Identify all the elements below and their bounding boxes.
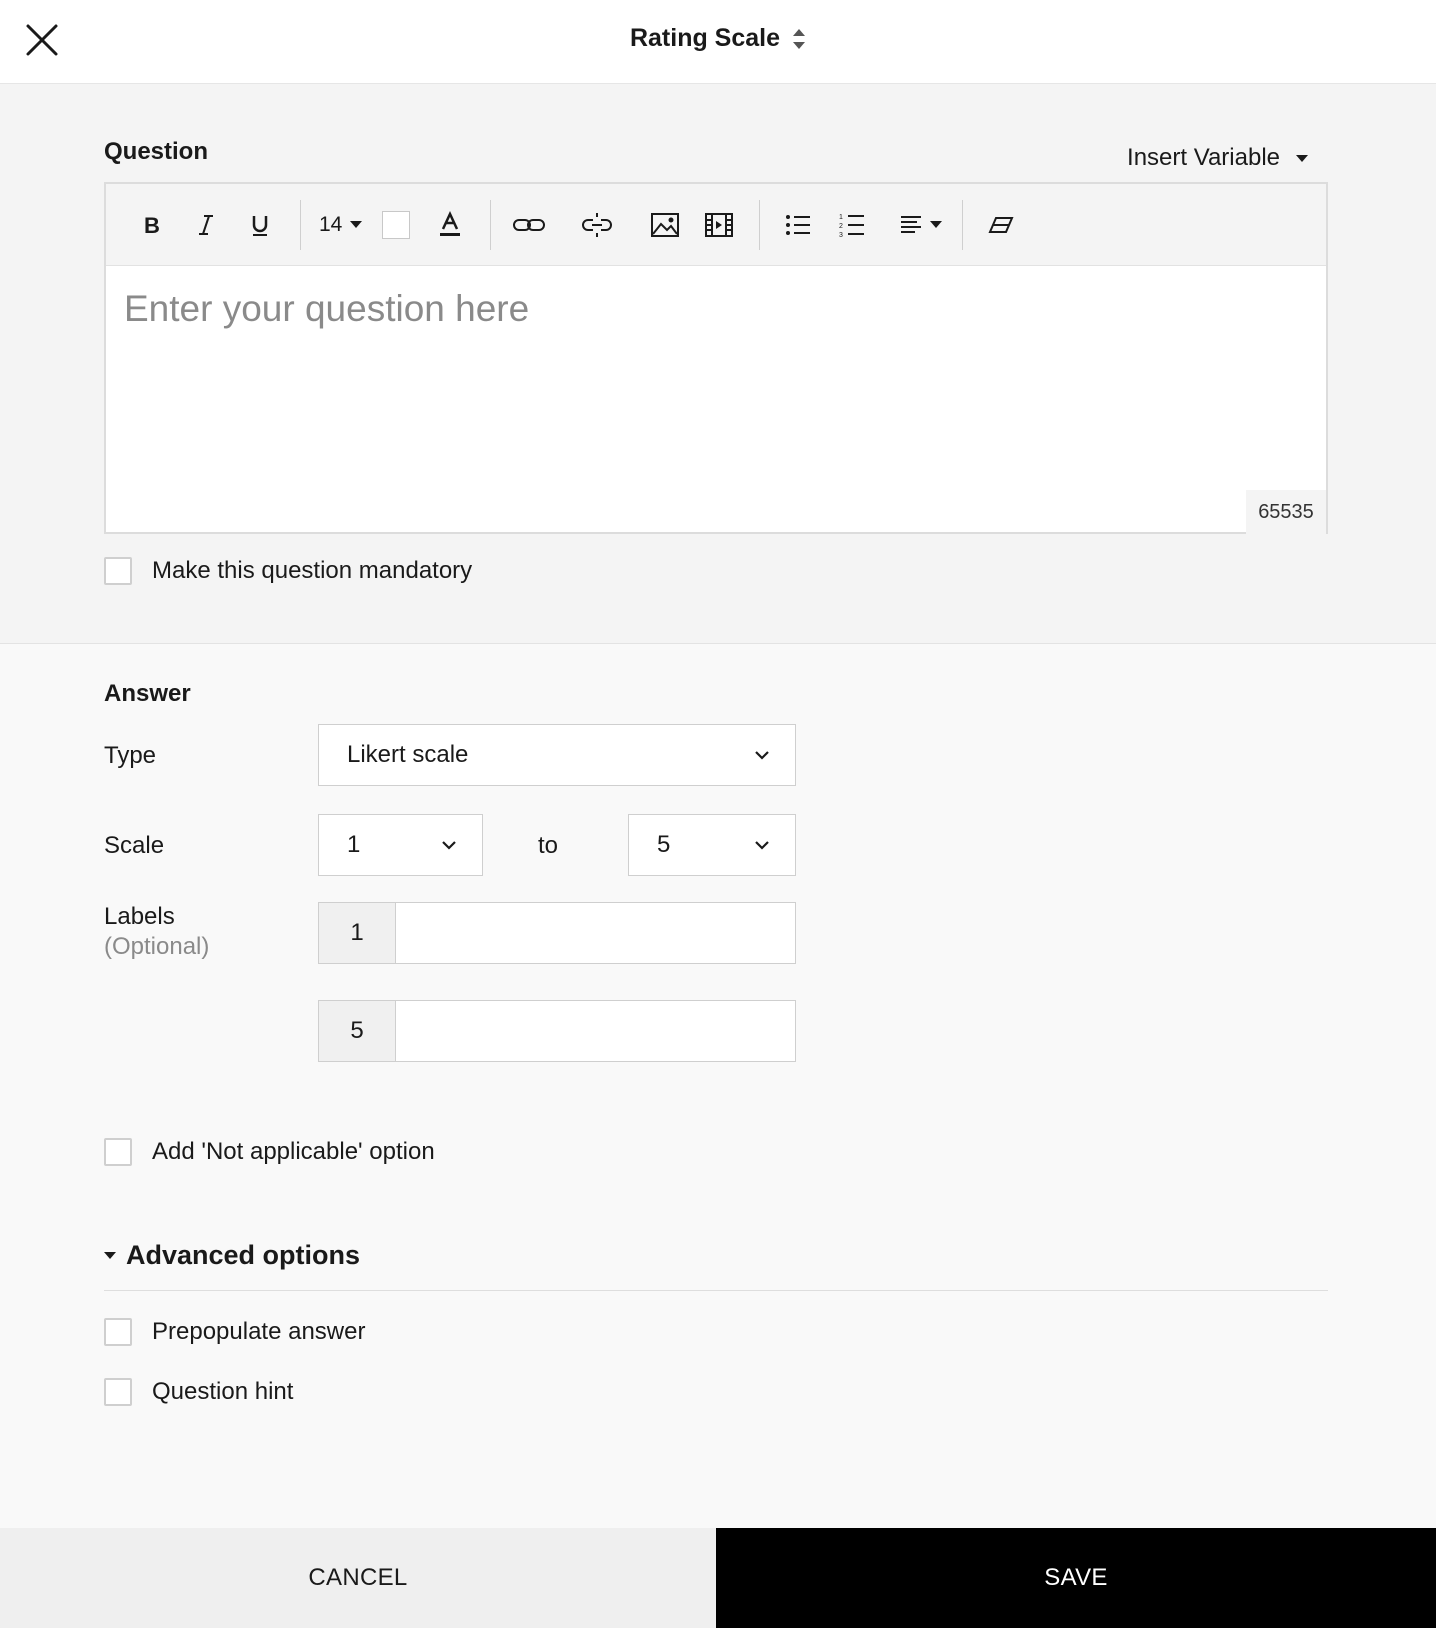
question-hint-checkbox-row[interactable]: Question hint xyxy=(104,1378,293,1406)
question-hint-label[interactable]: Question hint xyxy=(152,1378,293,1406)
video-button[interactable] xyxy=(699,205,739,245)
clear-format-button[interactable] xyxy=(981,205,1021,245)
caret-down-icon[interactable] xyxy=(350,221,363,228)
toolbar-separator xyxy=(759,199,761,250)
cancel-button[interactable]: CANCEL xyxy=(0,1528,716,1628)
answer-type-select[interactable]: Likert scale xyxy=(318,724,796,786)
video-icon[interactable] xyxy=(704,212,734,238)
align-dropdown[interactable] xyxy=(900,205,943,245)
dialog-header: Rating Scale xyxy=(0,0,1436,84)
label-row-max: 5 xyxy=(318,1000,796,1062)
mandatory-checkbox-row[interactable]: Make this question mandatory xyxy=(104,557,472,585)
question-section: Question Insert Variable B 14 1 2 3 Ente… xyxy=(0,84,1436,644)
scale-from-select[interactable]: 1 xyxy=(318,814,483,876)
scale-from-value[interactable]: 1 xyxy=(347,831,360,859)
scale-to-text: to xyxy=(538,832,559,859)
numbered-list-icon[interactable]: 1 2 3 xyxy=(839,212,865,238)
caret-down-icon[interactable] xyxy=(1296,154,1308,162)
sort-arrows-icon[interactable] xyxy=(792,28,806,50)
answer-section: Answer Type Likert scale Scale 1 to 5 La… xyxy=(0,644,1436,1528)
insert-variable-label[interactable]: Insert Variable xyxy=(1127,144,1280,172)
dialog-footer: CANCEL SAVE xyxy=(0,1528,1436,1628)
svg-text:3: 3 xyxy=(839,232,843,238)
editor-toolbar: B 14 1 2 3 xyxy=(106,184,1326,266)
svg-text:2: 2 xyxy=(839,223,843,230)
insert-variable-dropdown[interactable]: Insert Variable xyxy=(1127,144,1308,172)
svg-text:B: B xyxy=(144,213,160,237)
character-counter: 65535 xyxy=(1246,490,1326,534)
prepopulate-label[interactable]: Prepopulate answer xyxy=(152,1318,365,1346)
caret-down-icon[interactable] xyxy=(104,1252,116,1259)
question-section-label: Question xyxy=(104,138,209,165)
not-applicable-checkbox[interactable] xyxy=(104,1138,132,1166)
caret-down-icon[interactable] xyxy=(930,221,943,228)
chevron-down-icon[interactable] xyxy=(440,836,458,854)
font-size-dropdown[interactable]: 14 xyxy=(319,205,363,245)
prepopulate-checkbox[interactable] xyxy=(104,1318,132,1346)
eraser-icon[interactable] xyxy=(988,216,1014,234)
toolbar-separator xyxy=(300,199,301,250)
question-editor: B 14 1 2 3 Enter your question here 6553… xyxy=(104,182,1328,534)
label-prefix: 1 xyxy=(318,902,396,964)
font-size-value[interactable]: 14 xyxy=(319,213,342,237)
label-prefix: 5 xyxy=(318,1000,396,1062)
save-button[interactable]: SAVE xyxy=(716,1528,1436,1628)
label-row-min: 1 xyxy=(318,902,796,964)
chevron-down-icon[interactable] xyxy=(753,836,771,854)
italic-button[interactable] xyxy=(186,205,226,245)
scale-to-value[interactable]: 5 xyxy=(657,831,670,859)
advanced-options-title[interactable]: Advanced options xyxy=(126,1240,360,1271)
unlink-icon[interactable] xyxy=(580,211,614,239)
label-input-min[interactable] xyxy=(396,902,796,964)
svg-text:1: 1 xyxy=(839,214,843,221)
labels-label-group: Labels (Optional) xyxy=(104,902,209,962)
chevron-down-icon[interactable] xyxy=(753,746,771,764)
question-hint-checkbox[interactable] xyxy=(104,1378,132,1406)
label-input-max[interactable] xyxy=(396,1000,796,1062)
underline-icon[interactable] xyxy=(250,213,270,237)
align-icon[interactable] xyxy=(900,214,922,236)
question-text-area[interactable]: Enter your question here 65535 xyxy=(106,266,1326,534)
background-color-button[interactable] xyxy=(376,205,416,245)
numbered-list-button[interactable]: 1 2 3 xyxy=(832,205,872,245)
link-icon[interactable] xyxy=(512,215,546,235)
type-label: Type xyxy=(104,742,157,769)
mandatory-label[interactable]: Make this question mandatory xyxy=(152,557,472,585)
not-applicable-checkbox-row[interactable]: Add 'Not applicable' option xyxy=(104,1138,435,1166)
labels-label: Labels xyxy=(104,903,175,930)
question-type-switcher[interactable]: Rating Scale xyxy=(0,24,1436,53)
divider xyxy=(104,1290,1328,1291)
image-icon[interactable] xyxy=(650,212,680,238)
scale-to-select[interactable]: 5 xyxy=(628,814,796,876)
link-button[interactable] xyxy=(509,205,549,245)
unlink-button[interactable] xyxy=(577,205,617,245)
color-swatch[interactable] xyxy=(382,210,411,239)
prepopulate-checkbox-row[interactable]: Prepopulate answer xyxy=(104,1318,365,1346)
dialog-title[interactable]: Rating Scale xyxy=(630,24,780,53)
scale-label: Scale xyxy=(104,832,165,859)
italic-icon[interactable] xyxy=(196,213,216,237)
labels-optional-label: (Optional) xyxy=(104,933,210,960)
toolbar-separator xyxy=(490,199,492,250)
mandatory-checkbox[interactable] xyxy=(104,557,132,585)
text-color-button[interactable] xyxy=(430,205,470,245)
not-applicable-label[interactable]: Add 'Not applicable' option xyxy=(152,1138,435,1166)
image-button[interactable] xyxy=(645,205,685,245)
bold-icon[interactable]: B xyxy=(142,213,162,237)
underline-button[interactable] xyxy=(240,205,280,245)
question-placeholder[interactable]: Enter your question here xyxy=(124,288,1308,330)
text-color-icon[interactable] xyxy=(438,210,462,239)
bullet-list-icon[interactable] xyxy=(785,213,811,237)
advanced-options-toggle[interactable]: Advanced options xyxy=(104,1240,360,1271)
bullet-list-button[interactable] xyxy=(778,205,818,245)
toolbar-separator xyxy=(962,199,964,250)
answer-type-value[interactable]: Likert scale xyxy=(347,741,468,769)
answer-section-label: Answer xyxy=(104,680,191,707)
bold-button[interactable]: B xyxy=(132,205,172,245)
